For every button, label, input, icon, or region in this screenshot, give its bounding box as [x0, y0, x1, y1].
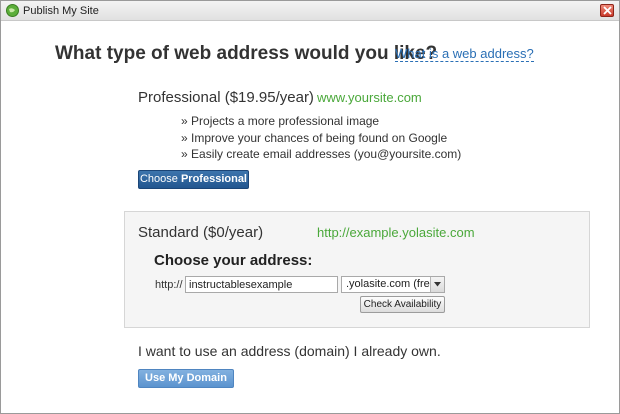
- professional-url-example: www.yoursite.com: [317, 90, 422, 105]
- domain-suffix-value: .yolasite.com (free): [346, 278, 440, 290]
- what-is-web-address-link[interactable]: What is a web address?: [395, 46, 534, 62]
- domain-suffix-select[interactable]: .yolasite.com (free): [341, 276, 445, 293]
- close-icon: [603, 6, 612, 15]
- page-heading: What type of web address would you like?: [55, 43, 438, 64]
- choose-professional-prefix: Choose: [139, 173, 178, 185]
- check-availability-button[interactable]: Check Availability: [360, 296, 445, 313]
- address-input[interactable]: [185, 276, 338, 293]
- professional-features-list: Projects a more professional image Impro…: [181, 113, 461, 163]
- own-domain-text: I want to use an address (domain) I alre…: [138, 343, 441, 359]
- professional-plan-title: Professional ($19.95/year): [138, 89, 314, 106]
- feature-item: Projects a more professional image: [181, 113, 461, 130]
- title-bar: Publish My Site: [1, 1, 619, 21]
- feature-item: Easily create email addresses (you@yours…: [181, 146, 461, 163]
- yola-globe-icon: [6, 4, 19, 17]
- dropdown-arrow[interactable]: [430, 277, 444, 292]
- choose-professional-button[interactable]: Choose Professional: [138, 170, 249, 189]
- close-button[interactable]: [600, 4, 614, 17]
- choose-professional-strong: Professional: [180, 173, 247, 185]
- feature-item: Improve your chances of being found on G…: [181, 130, 461, 147]
- chevron-down-icon: [434, 282, 441, 287]
- choose-address-label: Choose your address:: [154, 252, 313, 269]
- standard-url-example: http://example.yolasite.com: [317, 225, 475, 240]
- standard-plan-title: Standard ($0/year): [138, 224, 264, 241]
- http-prefix-label: http://: [155, 279, 183, 291]
- publish-dialog: Publish My Site What type of web address…: [0, 0, 620, 414]
- use-my-domain-button[interactable]: Use My Domain: [138, 369, 234, 388]
- window-title: Publish My Site: [23, 5, 99, 17]
